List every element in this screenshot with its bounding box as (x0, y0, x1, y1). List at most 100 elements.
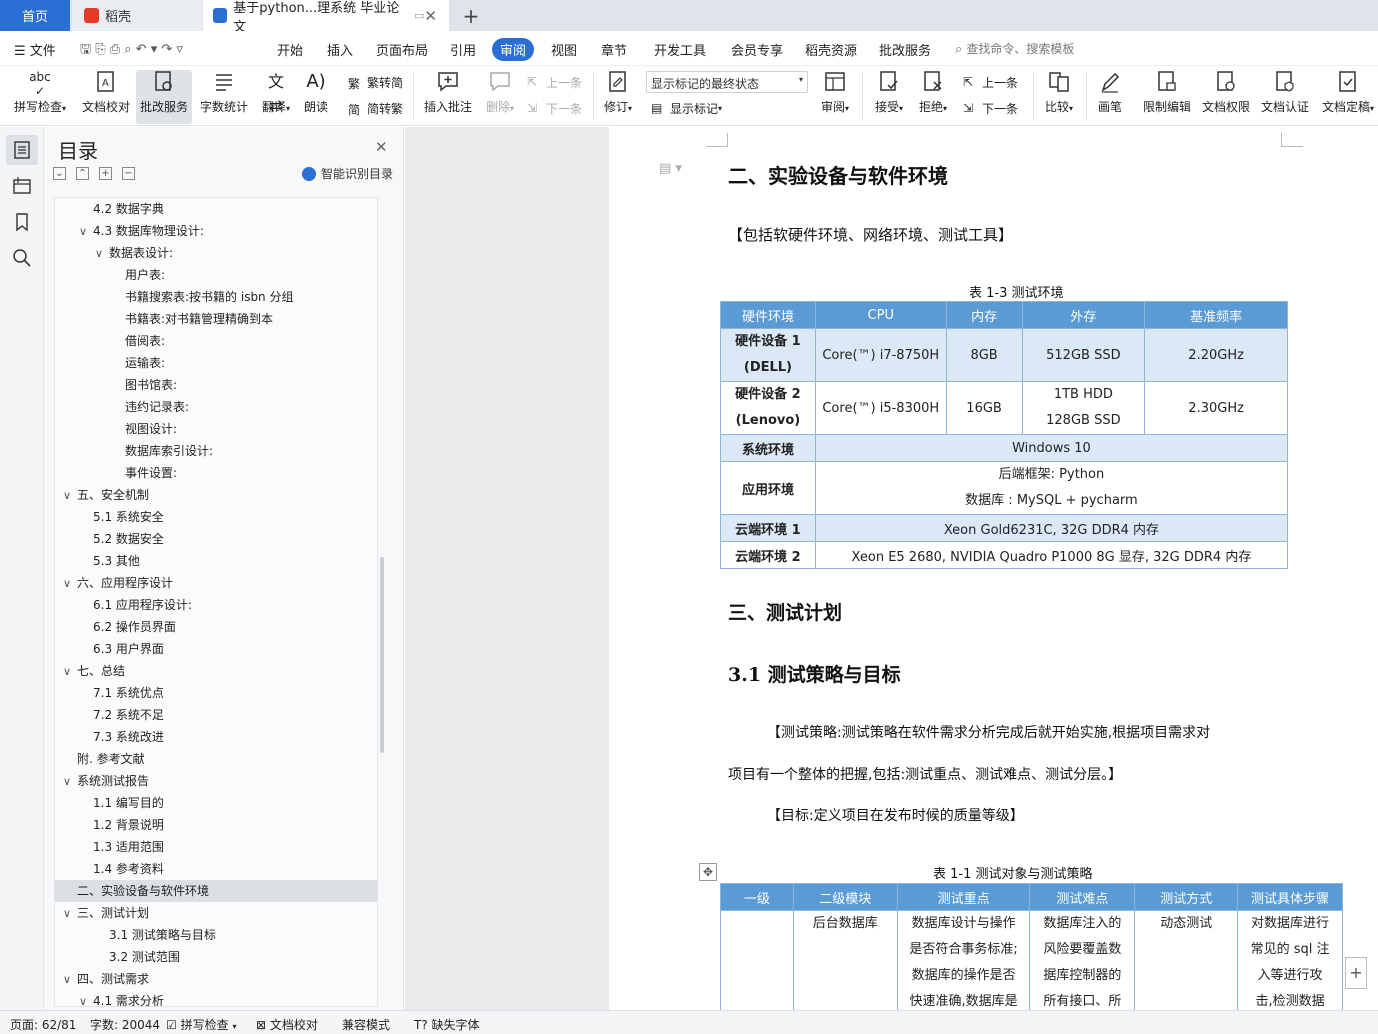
toc-item[interactable]: 用户表: (55, 264, 165, 286)
toc-item[interactable]: 6.1 应用程序设计: (55, 594, 192, 616)
add-column-icon[interactable]: + (1345, 957, 1367, 989)
show-markup-button[interactable]: ▤ 显示标记 ▾ (651, 100, 722, 117)
toc-item[interactable]: ∨ 数据表设计: (55, 242, 173, 264)
toc-item[interactable]: 数据库索引设计: (55, 440, 213, 462)
toc-item[interactable]: 6.2 操作员界面 (55, 616, 176, 638)
toc-item[interactable]: 事件设置: (55, 462, 177, 484)
toc-item[interactable]: 7.2 系统不足 (55, 704, 164, 726)
translate-button[interactable]: 文⇄ 翻译▾ (256, 70, 296, 115)
correction-service-button[interactable]: 批改服务 (136, 70, 192, 124)
previous-change-button[interactable]: ⇱ 上一条 (963, 74, 1018, 91)
toc-item[interactable]: 1.4 参考资料 (55, 858, 164, 880)
toc-item[interactable]: 3.1 测试策略与目标 (55, 924, 216, 946)
menu-view[interactable]: 视图 (551, 40, 577, 59)
doc-finalize-button[interactable]: 文档定稿▾ (1320, 70, 1376, 115)
chevron-down-icon[interactable]: ∨ (63, 969, 77, 991)
toc-item[interactable]: ∨ 系统测试报告 (55, 770, 149, 792)
markup-state-select[interactable]: 显示标记的最终状态 ▾ (646, 71, 808, 93)
toc-item[interactable]: 借阅表: (55, 330, 165, 352)
page-indicator[interactable]: 页面: 62/81 (10, 1016, 76, 1033)
doc-rights-button[interactable]: 文档权限 (1199, 70, 1253, 115)
menu-daoke-resources[interactable]: 稻壳资源 (805, 40, 857, 59)
chevron-down-icon[interactable]: ∨ (79, 991, 93, 1006)
toc-item[interactable]: 5.2 数据安全 (55, 528, 164, 550)
menu-correction[interactable]: 批改服务 (879, 40, 931, 59)
bookmark-icon[interactable] (11, 211, 33, 233)
toc-item[interactable]: 7.1 系统优点 (55, 682, 164, 704)
expand-icon[interactable]: + (99, 167, 112, 180)
spell-check-button[interactable]: abc ✓ 拼写检查▾ (10, 70, 70, 115)
next-comment-button[interactable]: ⇲ 下一条 (527, 100, 582, 117)
proofread-button[interactable]: A 文档校对 (80, 70, 132, 115)
toc-item[interactable]: ∨ 五、安全机制 (55, 484, 149, 506)
toc-scrollbar[interactable] (380, 557, 384, 753)
toc-item[interactable]: 视图设计: (55, 418, 177, 440)
paragraph-menu-icon[interactable]: ▤ ▾ (659, 161, 682, 176)
insert-comment-button[interactable]: 插入批注 (422, 70, 474, 115)
chevron-down-icon[interactable]: ∨ (63, 903, 77, 925)
toc-item[interactable]: 书籍搜索表:按书籍的 isbn 分组 (55, 286, 293, 308)
missing-font[interactable]: T? 缺失字体 (414, 1016, 480, 1033)
menu-review[interactable]: 审阅 (492, 38, 535, 61)
menu-reference[interactable]: 引用 (450, 40, 476, 59)
compare-button[interactable]: 比较▾ (1040, 70, 1078, 115)
window-restore-icon[interactable]: ▭ (414, 9, 424, 22)
chevron-down-icon[interactable]: ∨ (95, 243, 109, 265)
review-pane-button[interactable]: 审阅▾ (815, 70, 855, 115)
toc-item[interactable]: 图书馆表: (55, 374, 177, 396)
toc-item[interactable]: 3.2 测试范围 (55, 946, 180, 968)
tab-daoke[interactable]: 稻壳 (72, 0, 202, 31)
table-move-handle-icon[interactable]: ✥ (699, 863, 717, 881)
search-icon[interactable] (11, 247, 33, 269)
read-aloud-button[interactable]: A) 朗读 (300, 70, 332, 115)
word-count[interactable]: 字数: 20044 (90, 1016, 160, 1033)
tab-home[interactable]: 首页 (0, 0, 70, 31)
restrict-editing-button[interactable]: 限制编辑 (1140, 70, 1194, 115)
menu-layout[interactable]: 页面布局 (376, 40, 428, 59)
toc-item[interactable]: 7.3 系统改进 (55, 726, 164, 748)
menu-insert[interactable]: 插入 (327, 40, 353, 59)
track-changes-button[interactable]: 修订▾ (598, 70, 638, 115)
chevron-down-icon[interactable]: ∨ (63, 485, 77, 507)
toc-item[interactable]: ∨ 四、测试需求 (55, 968, 149, 990)
chevron-down-icon[interactable]: ∨ (79, 221, 93, 243)
toc-item[interactable]: 附. 参考文献 (55, 748, 145, 770)
close-tab-icon[interactable]: ✕ (424, 7, 437, 25)
command-search[interactable]: ⌕ 查找命令、搜索模板 (955, 40, 1074, 57)
toc-item[interactable]: ∨ 三、测试计划 (55, 902, 149, 924)
toc-item[interactable]: 书籍表:对书籍管理精确到本 (55, 308, 273, 330)
collapse-all-icon[interactable]: ⌄ (53, 167, 66, 180)
toc-item[interactable]: ∨ 七、总结 (55, 660, 125, 682)
traditional-to-simplified-button[interactable]: 繁繁转简 (348, 74, 403, 91)
file-menu[interactable]: ☰ 文件 (14, 40, 56, 59)
status-spell-check[interactable]: ☑ 拼写检查 ▾ (166, 1016, 236, 1033)
chapter-nav-icon[interactable] (11, 175, 33, 197)
compat-mode[interactable]: 兼容模式 (342, 1016, 390, 1033)
tab-document[interactable]: 基于python...理系统 毕业论文 ▭ ✕ (203, 0, 449, 35)
toc-item[interactable]: 1.1 编写目的 (55, 792, 164, 814)
reject-button[interactable]: 拒绝▾ (914, 70, 952, 115)
toc-item[interactable]: 5.1 系统安全 (55, 506, 164, 528)
previous-comment-button[interactable]: ⇱ 上一条 (527, 74, 582, 91)
doc-certify-button[interactable]: 文档认证 (1258, 70, 1312, 115)
toc-item[interactable]: 4.2 数据字典 (55, 198, 164, 220)
expand-up-icon[interactable]: ⌃ (76, 167, 89, 180)
new-tab-button[interactable]: + (456, 0, 486, 31)
delete-comment-button[interactable]: 删除▾ (480, 70, 520, 115)
chevron-down-icon[interactable]: ∨ (63, 771, 77, 793)
menu-start[interactable]: 开始 (277, 40, 303, 59)
toc-item[interactable]: 运输表: (55, 352, 165, 374)
simplified-to-traditional-button[interactable]: 简简转繁 (348, 100, 403, 117)
document-page[interactable]: ▤ ▾ 二、实验设备与软件环境 【包括软硬件环境、网络环境、测试工具】 表 1-… (609, 127, 1378, 1034)
toc-item[interactable]: 1.3 适用范围 (55, 836, 164, 858)
accept-button[interactable]: 接受▾ (870, 70, 908, 115)
toc-item[interactable]: 5.3 其他 (55, 550, 140, 572)
close-icon[interactable]: ✕ (375, 138, 388, 156)
pen-button[interactable]: 画笔 (1093, 70, 1127, 115)
status-proofread[interactable]: ⊠ 文档校对 (256, 1016, 318, 1033)
toc-item[interactable]: 违约记录表: (55, 396, 189, 418)
toc-item[interactable]: ∨ 六、应用程序设计 (55, 572, 173, 594)
toc-item[interactable]: 二、实验设备与软件环境 (55, 880, 377, 902)
quick-access-toolbar[interactable]: 🖫 ⎘ ⎙ ⌕ ↶ ▾ ↷ ▿ (80, 40, 183, 62)
smart-toc-button[interactable]: 智能识别目录 (302, 165, 393, 182)
